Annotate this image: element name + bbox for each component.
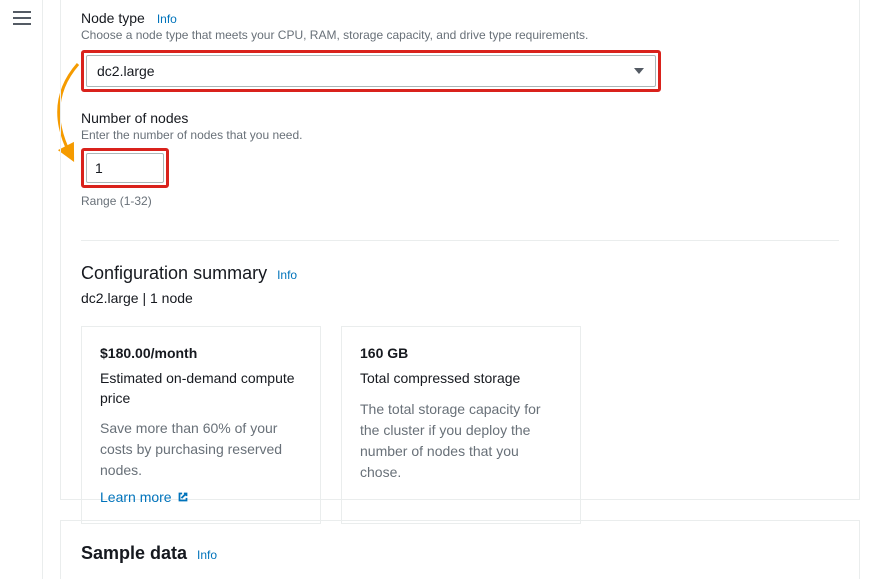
learn-more-link[interactable]: Learn more <box>100 489 190 505</box>
sample-data-info-link[interactable]: Info <box>197 548 217 562</box>
node-type-select[interactable]: dc2.large <box>86 55 656 87</box>
node-type-highlight: dc2.large <box>81 50 661 92</box>
price-card-heading: $180.00/month <box>100 345 302 361</box>
node-type-selected-value: dc2.large <box>97 63 155 79</box>
storage-card-sub: Total compressed storage <box>360 369 562 389</box>
configuration-summary-section: Configuration summary Info dc2.large | 1… <box>81 263 839 524</box>
storage-card: 160 GB Total compressed storage The tota… <box>341 326 581 524</box>
storage-card-text: The total storage capacity for the clust… <box>360 399 562 483</box>
price-card: $180.00/month Estimated on-demand comput… <box>81 326 321 524</box>
hamburger-menu-icon[interactable] <box>10 6 34 30</box>
node-type-field: Node type Info Choose a node type that m… <box>81 10 839 92</box>
sample-data-title: Sample data <box>81 543 187 564</box>
number-of-nodes-field: Number of nodes Enter the number of node… <box>81 110 839 208</box>
node-type-label: Node type <box>81 10 145 26</box>
node-type-description: Choose a node type that meets your CPU, … <box>81 28 839 42</box>
configuration-summary-subtitle: dc2.large | 1 node <box>81 290 839 306</box>
configuration-summary-info-link[interactable]: Info <box>277 268 297 282</box>
node-type-info-link[interactable]: Info <box>157 12 177 26</box>
number-of-nodes-highlight <box>81 148 169 188</box>
sample-data-panel: Sample data Info <box>60 520 860 579</box>
chevron-down-icon <box>633 66 645 76</box>
number-of-nodes-range-hint: Range (1-32) <box>81 194 839 208</box>
number-of-nodes-input[interactable] <box>86 153 164 183</box>
configuration-summary-title: Configuration summary <box>81 263 267 284</box>
learn-more-label: Learn more <box>100 489 172 505</box>
number-of-nodes-description: Enter the number of nodes that you need. <box>81 128 839 142</box>
external-link-icon <box>176 490 190 504</box>
price-card-text: Save more than 60% of your costs by purc… <box>100 418 302 481</box>
cluster-config-panel: Node type Info Choose a node type that m… <box>60 0 860 500</box>
price-card-sub: Estimated on-demand compute price <box>100 369 302 408</box>
number-of-nodes-label: Number of nodes <box>81 110 188 126</box>
storage-card-heading: 160 GB <box>360 345 562 361</box>
divider <box>81 240 839 241</box>
